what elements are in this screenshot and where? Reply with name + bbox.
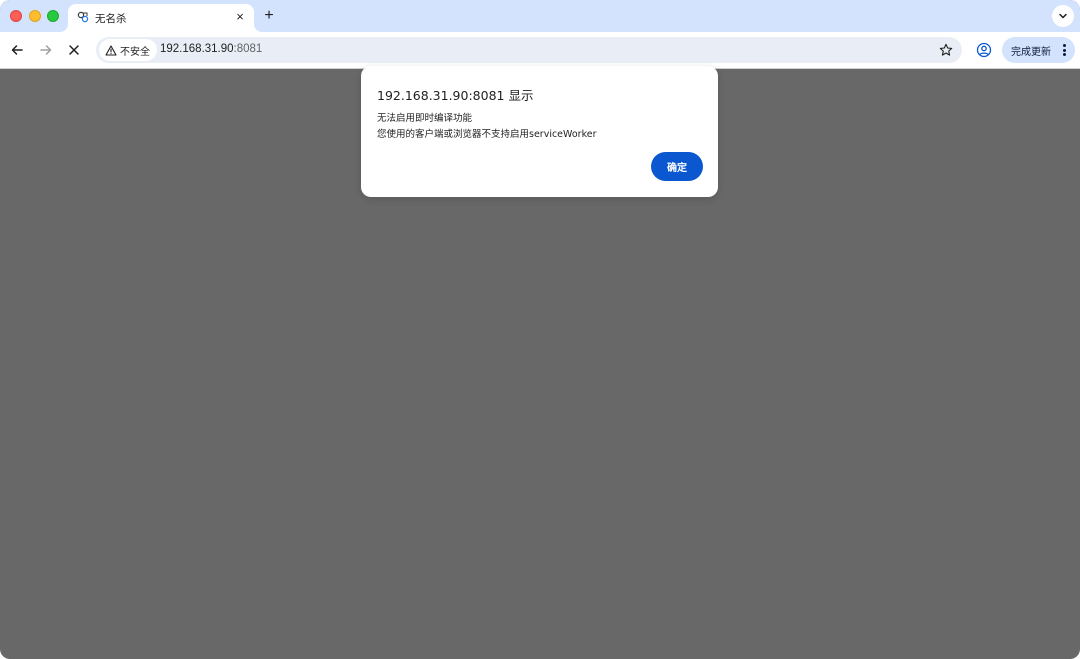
security-label: 不安全: [120, 46, 150, 58]
chevron-down-icon: [1059, 13, 1067, 19]
profile-button[interactable]: [975, 41, 993, 59]
security-indicator[interactable]: 不安全: [99, 39, 157, 61]
close-icon: [69, 45, 79, 55]
forward-button[interactable]: [36, 40, 56, 60]
tab-strip: 无名杀 × +: [0, 0, 1080, 32]
stop-loading-button[interactable]: [64, 40, 84, 60]
tab-active[interactable]: 无名杀 ×: [68, 4, 254, 32]
update-button[interactable]: 完成更新: [1002, 37, 1075, 63]
dialog-title: 192.168.31.90:8081 显示: [377, 88, 534, 103]
url-text[interactable]: 192.168.31.90:8081: [160, 43, 262, 55]
star-icon: [939, 43, 953, 56]
url-host: 192.168.31.90: [160, 43, 234, 55]
ok-button[interactable]: 确定: [651, 152, 703, 181]
minimize-window-button[interactable]: [29, 10, 41, 22]
account-circle-icon: [976, 42, 992, 58]
dialog-message-line1: 无法启用即时编译功能: [377, 113, 473, 124]
more-vert-icon: [1063, 44, 1066, 56]
tab-close-icon[interactable]: ×: [232, 9, 248, 25]
tab-title: 无名杀: [95, 13, 127, 25]
browser-toolbar: 不安全 192.168.31.90:8081 完成更新: [0, 32, 1080, 69]
update-button-label: 完成更新: [1011, 46, 1051, 58]
bookmark-star-button[interactable]: [938, 42, 954, 58]
warning-icon: [105, 44, 117, 56]
browser-window: 无名杀 × + 不安全 192.168.31.90:8081 完成更新 192.…: [0, 0, 1080, 659]
url-port: :8081: [233, 43, 263, 55]
back-button[interactable]: [7, 40, 27, 60]
arrow-left-icon: [11, 45, 23, 55]
new-tab-button[interactable]: +: [260, 7, 278, 25]
puzzle-icon: [77, 11, 89, 23]
address-bar[interactable]: 不安全 192.168.31.90:8081: [96, 37, 962, 63]
close-window-button[interactable]: [10, 10, 22, 22]
dialog-message-line2: 您使用的客户端或浏览器不支持启用serviceWorker: [377, 129, 597, 140]
arrow-right-icon: [40, 45, 52, 55]
alert-dialog: 192.168.31.90:8081 显示 无法启用即时编译功能 您使用的客户端…: [361, 66, 718, 197]
maximize-window-button[interactable]: [47, 10, 59, 22]
tab-search-button[interactable]: [1052, 5, 1074, 27]
